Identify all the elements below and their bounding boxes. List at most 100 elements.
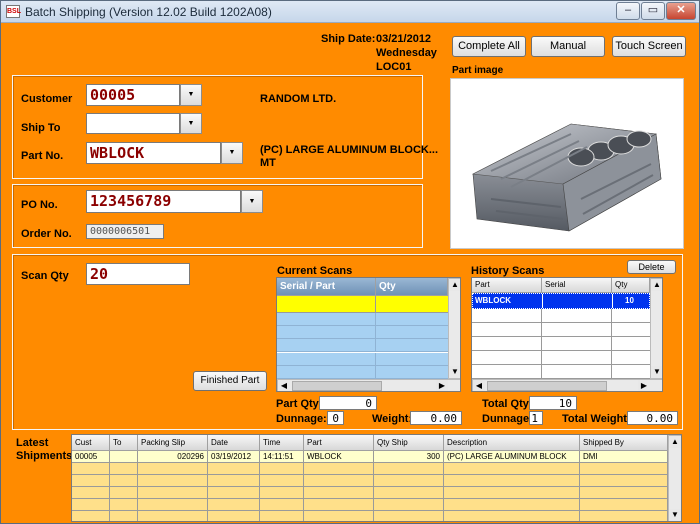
shipments-cell-to: [110, 499, 138, 511]
latest-shipments-grid[interactable]: Cust To Packing Slip Date Time Part Qty Ship De…: [71, 434, 682, 522]
column-divider: [541, 337, 542, 351]
shipments-cell-description: (PC) LARGE ALUMINUM BLOCK: [444, 451, 580, 463]
order-field[interactable]: 0000006501: [86, 224, 164, 239]
history-scans-row[interactable]: [472, 323, 650, 337]
column-divider: [541, 309, 542, 323]
part-qty-field[interactable]: 0: [319, 396, 377, 410]
ship-to-field[interactable]: [86, 113, 180, 134]
part-image: [450, 78, 684, 249]
scroll-right-icon[interactable]: ▶: [436, 380, 448, 391]
part-no-dropdown-button[interactable]: ▼: [221, 142, 243, 164]
total-dunnage-field[interactable]: 1: [529, 411, 543, 425]
dunnage-field[interactable]: 0: [327, 411, 344, 425]
history-row-selected[interactable]: WBLOCK 10: [472, 293, 650, 309]
shipments-header-time[interactable]: Time: [260, 435, 304, 451]
shipments-cell-part: [304, 475, 374, 487]
history-header-part[interactable]: Part: [472, 278, 542, 293]
shipments-cell-date: [208, 475, 260, 487]
scroll-left-icon[interactable]: ◀: [278, 380, 290, 391]
current-scans-title: Current Scans: [277, 265, 353, 277]
app-icon: BSL: [6, 5, 21, 18]
current-scans-hscrollbar[interactable]: ◀ ▶: [277, 379, 460, 391]
shipments-cell-part: WBLOCK: [304, 451, 374, 463]
engine-block-image: [471, 123, 662, 232]
current-scans-row[interactable]: [277, 313, 448, 326]
shipments-cell-time: [260, 463, 304, 475]
shipments-row[interactable]: 00005 020296 03/19/2012 14:11:51 WBLOCK 300 (P…: [72, 451, 668, 463]
shipments-row[interactable]: [72, 499, 668, 511]
customer-dropdown-button[interactable]: ▼: [180, 84, 202, 106]
current-scans-header-serial[interactable]: Serial / Part: [277, 278, 376, 296]
column-divider: [611, 309, 612, 323]
scroll-down-icon[interactable]: ▼: [669, 509, 681, 521]
latest-shipments-vscrollbar[interactable]: ▲ ▼: [668, 435, 681, 521]
ship-location-value: LOC01: [376, 61, 412, 73]
shipments-header-to[interactable]: To: [110, 435, 138, 451]
scroll-down-icon[interactable]: ▼: [651, 366, 662, 378]
complete-all-button[interactable]: Complete All: [452, 36, 526, 57]
shipments-row[interactable]: [72, 487, 668, 499]
total-dunnage-label: Dunnage:: [482, 413, 533, 425]
customer-field[interactable]: 00005: [86, 84, 180, 106]
shipments-cell-cust: [72, 463, 110, 475]
history-scans-row[interactable]: [472, 309, 650, 323]
current-scans-header-qty[interactable]: Qty: [376, 278, 448, 296]
current-scans-row[interactable]: [277, 339, 448, 353]
scroll-up-icon[interactable]: ▲: [449, 279, 460, 291]
column-divider: [611, 337, 612, 351]
shipments-cell-shipped-by: [580, 499, 668, 511]
shipments-row[interactable]: [72, 511, 668, 521]
history-scans-row[interactable]: [472, 365, 650, 379]
history-scans-vscrollbar[interactable]: ▲ ▼: [650, 278, 662, 379]
scan-qty-field[interactable]: 20: [86, 263, 190, 285]
shipments-header-date[interactable]: Date: [208, 435, 260, 451]
history-scans-grid[interactable]: Part Serial Qty WBLOCK 10 ▲ ▼ ◀ ▶: [471, 277, 663, 392]
scan-qty-value: 20: [90, 265, 109, 283]
shipments-header-description[interactable]: Description: [444, 435, 580, 451]
current-scans-grid[interactable]: Serial / Part Qty ▲ ▼ ◀ ▶: [276, 277, 461, 392]
history-scans-row[interactable]: [472, 337, 650, 351]
scroll-thumb[interactable]: [292, 381, 382, 391]
total-qty-field[interactable]: 10: [529, 396, 577, 410]
part-no-value: WBLOCK: [90, 144, 145, 162]
scroll-up-icon[interactable]: ▲: [651, 279, 662, 291]
current-scans-row[interactable]: [277, 326, 448, 340]
weight-field[interactable]: 0.00: [410, 411, 462, 425]
shipments-header-cust[interactable]: Cust: [72, 435, 110, 451]
total-weight-field[interactable]: 0.00: [627, 411, 678, 425]
current-scans-row[interactable]: [277, 352, 448, 366]
title-bar[interactable]: BSL Batch Shipping (Version 12.02 Build …: [1, 1, 699, 23]
touch-screen-button[interactable]: Touch Screen: [612, 36, 686, 57]
scroll-left-icon[interactable]: ◀: [473, 380, 485, 391]
scroll-right-icon[interactable]: ▶: [638, 380, 650, 391]
shipments-header-packing-slip[interactable]: Packing Slip: [138, 435, 208, 451]
scroll-thumb[interactable]: [487, 381, 607, 391]
manual-button[interactable]: Manual: [531, 36, 605, 57]
history-header-serial[interactable]: Serial: [542, 278, 612, 293]
finished-part-button[interactable]: Finished Part: [193, 371, 267, 391]
part-no-field[interactable]: WBLOCK: [86, 142, 221, 164]
history-row-part: WBLOCK: [475, 296, 511, 305]
ship-to-dropdown-button[interactable]: ▼: [180, 113, 202, 134]
shipments-header-qty-ship[interactable]: Qty Ship: [374, 435, 444, 451]
delete-button[interactable]: Delete: [627, 260, 676, 274]
shipments-cell-description: [444, 463, 580, 475]
po-dropdown-button[interactable]: ▼: [241, 190, 263, 213]
shipments-header-shipped-by[interactable]: Shipped By: [580, 435, 668, 451]
current-scans-vscrollbar[interactable]: ▲ ▼: [448, 278, 460, 379]
po-field[interactable]: 123456789: [86, 190, 241, 213]
minimize-button[interactable]: –: [616, 2, 640, 20]
history-scans-row[interactable]: [472, 351, 650, 365]
scroll-down-icon[interactable]: ▼: [449, 366, 460, 378]
shipments-cell-to: [110, 463, 138, 475]
current-scans-row[interactable]: [277, 365, 448, 379]
shipments-header-part[interactable]: Part: [304, 435, 374, 451]
close-button[interactable]: ✕: [666, 2, 696, 20]
shipments-row[interactable]: [72, 463, 668, 475]
current-scans-row-active[interactable]: [277, 296, 448, 313]
history-scans-hscrollbar[interactable]: ◀ ▶: [472, 379, 662, 391]
scroll-up-icon[interactable]: ▲: [669, 436, 681, 448]
shipments-row[interactable]: [72, 475, 668, 487]
history-header-qty[interactable]: Qty: [612, 278, 650, 293]
maximize-button[interactable]: ▭: [641, 2, 665, 20]
